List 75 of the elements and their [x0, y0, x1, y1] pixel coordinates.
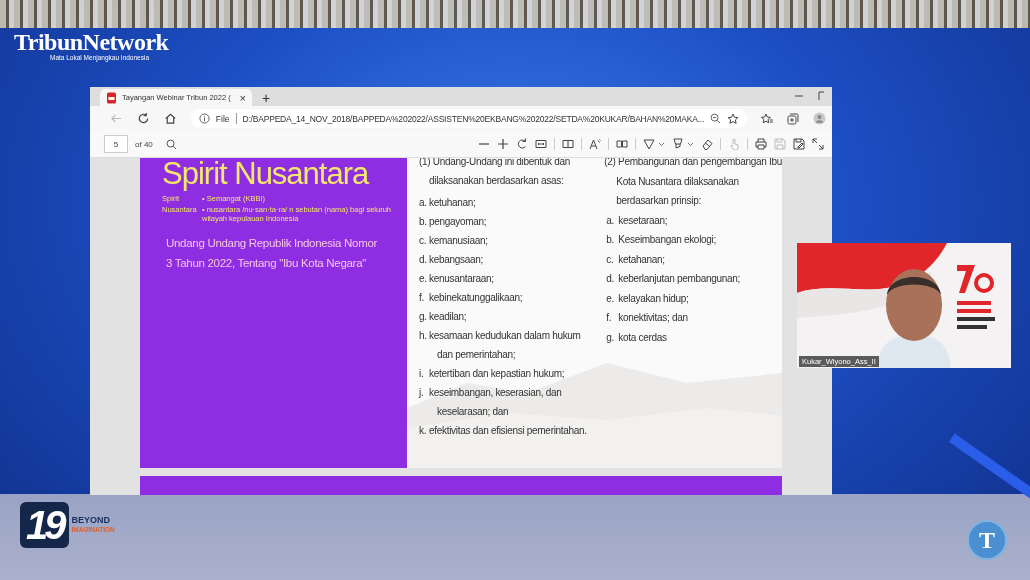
item-letter: b.: [419, 215, 428, 229]
slide-title: Spirit Nusantara: [162, 158, 370, 193]
eraser-icon[interactable]: [701, 138, 713, 150]
item-text: ketuhanan;: [429, 196, 476, 210]
page-number-field[interactable]: 5: [104, 135, 128, 153]
fullscreen-icon[interactable]: [812, 138, 824, 150]
item-text: dan pemerintahan;: [437, 348, 517, 362]
item-text: kelayakan hidup;: [618, 291, 689, 306]
save-as-icon[interactable]: [793, 138, 805, 150]
info-icon: [198, 113, 210, 124]
item-text: kenusantaraan;: [429, 272, 494, 286]
item-text: ketertiban dan kepastian hukum;: [429, 367, 565, 381]
item-letter: j.: [419, 386, 425, 400]
item-text: keselarasan; dan: [437, 405, 510, 419]
network-logo: TribunNetwork: [14, 30, 169, 54]
item-text: Keseimbangan ekologi;: [618, 233, 716, 247]
page-view-icon[interactable]: [562, 138, 574, 150]
item-letter: c.: [606, 252, 615, 267]
home-icon[interactable]: [163, 112, 177, 125]
item-text: kemanusiaan;: [429, 234, 488, 248]
profile-icon[interactable]: [813, 112, 826, 125]
item-letter: a.: [606, 213, 616, 228]
pdf-icon: [106, 91, 117, 104]
zoom-in-icon[interactable]: [497, 138, 509, 150]
slide-subtitle: 3 Tahun 2022, Tentang "Ibu Kota Negara": [166, 256, 367, 271]
item-text: kebinekatunggalikaan;: [429, 291, 523, 305]
item-text: kesetaraan;: [618, 213, 668, 228]
read-aloud-icon[interactable]: [589, 138, 601, 150]
draw-icon[interactable]: [643, 138, 655, 150]
highlight-icon[interactable]: [672, 138, 684, 150]
item-letter: f.: [419, 291, 425, 305]
item-letter: c.: [419, 234, 428, 248]
item-text: keseimbangan, keserasian, dan: [429, 386, 562, 400]
item-text: konektivitas; dan: [618, 311, 688, 325]
item-letter: i.: [419, 367, 425, 381]
refresh-icon[interactable]: [136, 112, 150, 125]
item-letter: g.: [419, 310, 428, 324]
event-number: 19: [20, 502, 69, 548]
clause-text: (2) Pembangunan dan pengembangan Ibu: [604, 158, 782, 169]
print-icon[interactable]: [755, 138, 767, 150]
search-icon[interactable]: [165, 138, 177, 150]
item-text: keadilan;: [429, 310, 467, 324]
clause-text: Kota Nusantara dilaksanakan: [616, 174, 740, 189]
collections-icon[interactable]: [787, 112, 800, 125]
item-letter: e.: [419, 272, 428, 286]
new-tab-button[interactable]: +: [258, 90, 275, 106]
item-text: kebangsaan;: [429, 253, 483, 267]
rotate-icon[interactable]: [516, 138, 528, 150]
slide-subtitle: Undang Undang Republik Indonesia Nomor: [166, 236, 379, 251]
item-letter: f.: [606, 311, 613, 325]
zoom-icon[interactable]: [710, 113, 722, 124]
event-slogan: BEYOND: [71, 516, 111, 525]
favorites-icon[interactable]: [761, 112, 774, 125]
fit-page-icon[interactable]: [535, 138, 547, 150]
immersive-reader-icon[interactable]: [616, 138, 628, 150]
item-letter: b.: [606, 233, 616, 247]
address-field[interactable]: File D:/BAPPEDA_14_NOV_2018/BAPPEDA%202022/ASSISTEN%20EKBANG%202022/SETDA%20KUKAR/BAHAN%20MAKA...: [190, 109, 748, 128]
add-favorite-icon[interactable]: [727, 112, 740, 125]
item-text: keberlanjutan pembangunan;: [618, 272, 741, 286]
item-text: efektivitas dan efisiensi pemerintahan.: [429, 424, 587, 438]
item-letter: a.: [419, 196, 428, 210]
item-letter: g.: [606, 330, 616, 345]
item-letter: d.: [419, 253, 428, 267]
page-count: of 40: [135, 139, 153, 149]
item-text: kesamaan kedudukan dalam hukum: [429, 329, 581, 343]
clause-text: dilaksanakan berdasarkan asas:: [429, 174, 565, 188]
item-text: ketahanan;: [618, 252, 665, 267]
item-text: pengayoman;: [429, 215, 487, 229]
item-letter: d.: [606, 272, 616, 286]
clause-text: berdasarkan prinsip:: [616, 194, 702, 208]
clause-text: (1) Undang-Undang ini dibentuk dan: [419, 158, 572, 169]
item-letter: h.: [419, 329, 428, 343]
item-letter: e.: [606, 291, 616, 306]
item-text: kota cerdas: [618, 330, 667, 345]
item-letter: k.: [419, 424, 428, 438]
